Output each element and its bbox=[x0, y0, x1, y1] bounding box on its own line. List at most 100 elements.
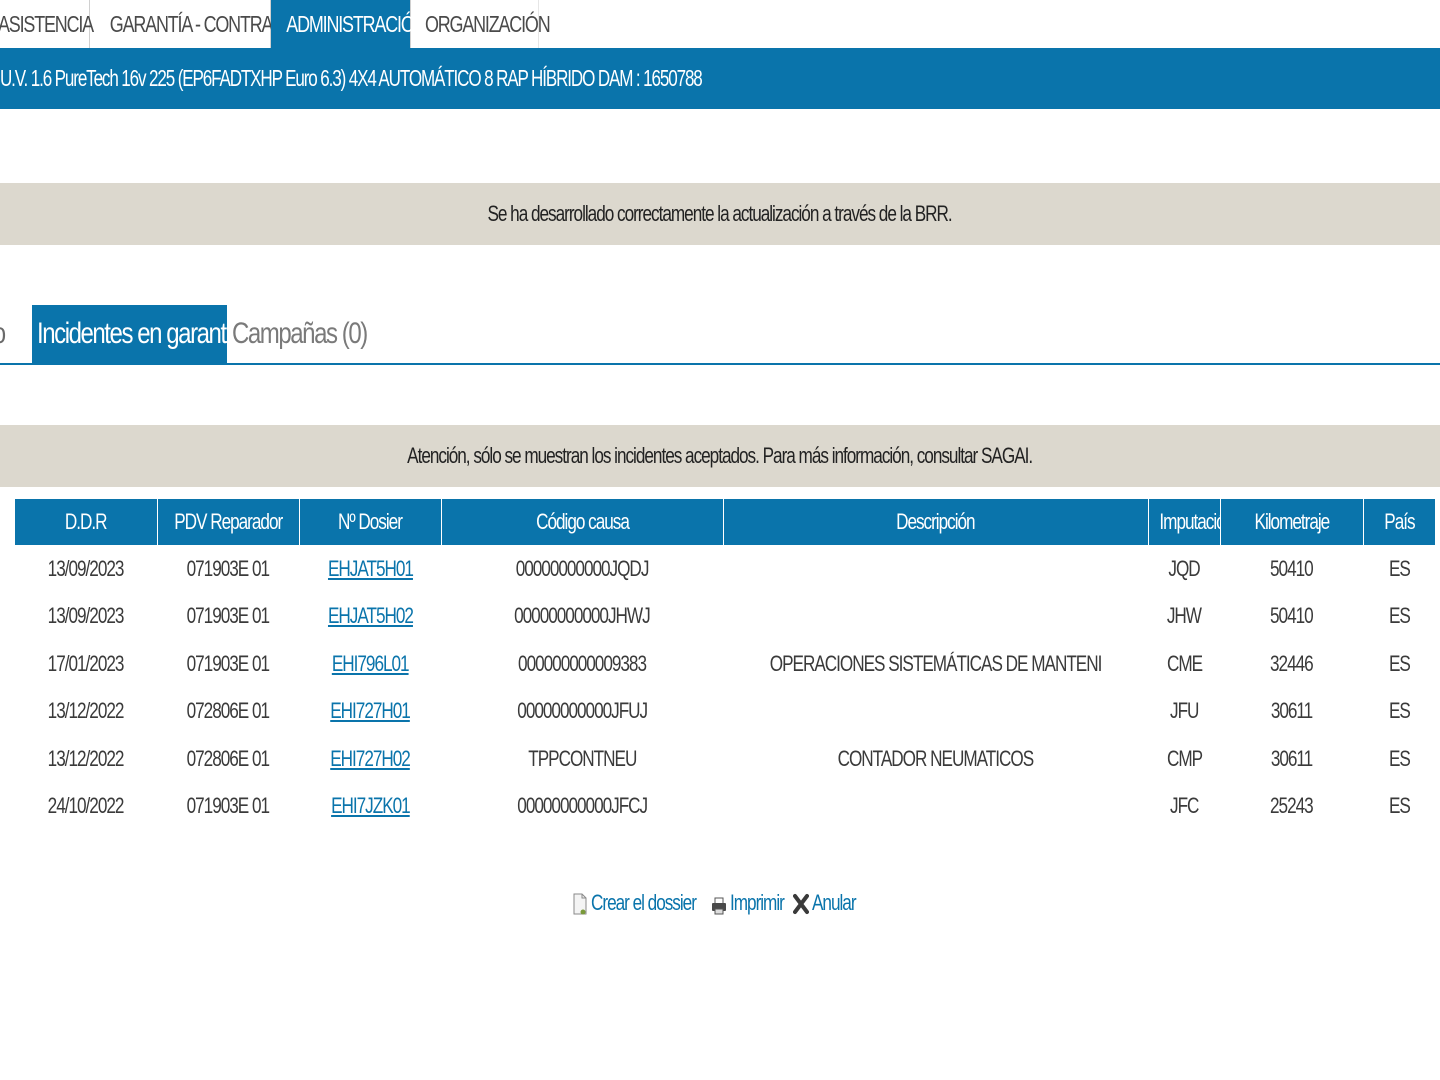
cell-imputacion: JFU bbox=[1169, 698, 1199, 724]
tab-warranty-incidents[interactable]: Incidentes en garantía bbox=[32, 305, 244, 363]
cell-dosier: EHI796L01 bbox=[299, 640, 441, 688]
tab-label: Campañas (0) bbox=[232, 317, 368, 350]
cell-ddr: 13/09/2023 bbox=[48, 555, 125, 581]
cell-pdv: 071903E 01 bbox=[186, 793, 270, 819]
cell-imputacion: JFC bbox=[1169, 793, 1199, 819]
cell-imputacion: CMP bbox=[1166, 745, 1202, 771]
table-row: 13/12/2022 072806E 01 EHI727H02 TPPCONTN… bbox=[15, 735, 1435, 783]
nav-tab-administracion[interactable]: ADMINISTRACIÓN bbox=[271, 0, 427, 48]
cell-pais: ES bbox=[1388, 745, 1411, 771]
cell-pdv: 071903E 01 bbox=[186, 650, 270, 676]
tab-label: ulo bbox=[0, 305, 6, 363]
attention-message: Atención, sólo se muestran los incidente… bbox=[0, 425, 1440, 487]
cell-codigo: 000000000009383 bbox=[518, 650, 647, 676]
create-dossier-label: Crear el dossier bbox=[590, 890, 697, 915]
dosier-link[interactable]: EHI796L01 bbox=[332, 651, 410, 676]
cell-descripcion bbox=[723, 783, 1148, 831]
nav-tab-garantia-contratos[interactable]: GARANTÍA - CONTRATOS bbox=[90, 0, 305, 48]
printer-icon bbox=[711, 890, 727, 916]
table-row: 17/01/2023 071903E 01 EHI796L01 00000000… bbox=[15, 640, 1435, 688]
cell-descripcion: CONTADOR NEUMATICOS bbox=[837, 745, 1035, 771]
cell-descripcion bbox=[723, 593, 1148, 641]
cell-km: 30611 bbox=[1270, 698, 1313, 724]
nav-tab-organizacion[interactable]: ORGANIZACIÓN bbox=[411, 0, 551, 48]
cell-km: 25243 bbox=[1270, 793, 1314, 819]
cell-pais: ES bbox=[1388, 555, 1411, 581]
dosier-link[interactable]: EHI7JZK01 bbox=[331, 793, 411, 818]
tab-vehicle-partial[interactable]: ulo bbox=[0, 305, 32, 363]
print-button[interactable]: Imprimir bbox=[711, 890, 787, 916]
tab-campaigns[interactable]: Campañas (0) bbox=[232, 305, 382, 363]
nav-tab-asistencia[interactable]: ASISTENCIA bbox=[0, 0, 94, 48]
cell-descripcion bbox=[723, 688, 1148, 736]
table-header-row: D.D.R PDV Reparador Nº Dosier Código cau… bbox=[15, 499, 1435, 545]
cell-imputacion: CME bbox=[1166, 650, 1202, 676]
cell-pdv: 072806E 01 bbox=[186, 698, 270, 724]
column-header-descripcion[interactable]: Descripción bbox=[723, 499, 1149, 545]
incidents-table: D.D.R PDV Reparador Nº Dosier Código cau… bbox=[15, 499, 1435, 830]
cell-dosier: EHJAT5H02 bbox=[299, 593, 441, 641]
column-header-imputacion[interactable]: Imputación bbox=[1148, 499, 1221, 545]
success-message: Se ha desarrollado correctamente la actu… bbox=[0, 183, 1440, 245]
cell-dosier: EHI727H01 bbox=[299, 688, 441, 736]
column-header-kilometraje[interactable]: Kilometraje bbox=[1220, 499, 1364, 545]
dosier-link[interactable]: EHJAT5H02 bbox=[328, 603, 414, 628]
table-row: 13/09/2023 071903E 01 EHJAT5H02 00000000… bbox=[15, 593, 1435, 641]
cell-ddr: 17/01/2023 bbox=[48, 650, 125, 676]
close-icon bbox=[793, 890, 810, 916]
cell-pdv: 071903E 01 bbox=[186, 603, 270, 629]
cell-codigo: 00000000000JHWJ bbox=[514, 603, 651, 629]
tab-label: Incidentes en garantía bbox=[37, 317, 244, 350]
cell-pdv: 071903E 01 bbox=[186, 555, 270, 581]
table-row: 24/10/2022 071903E 01 EHI7JZK01 00000000… bbox=[15, 783, 1435, 831]
new-document-icon bbox=[572, 890, 588, 916]
cell-codigo: 00000000000JFCJ bbox=[517, 793, 648, 819]
cell-km: 50410 bbox=[1270, 555, 1314, 581]
vehicle-header: U.V. 1.6 PureTech 16v 225 (EP6FADTXHP Eu… bbox=[0, 48, 1440, 109]
print-label: Imprimir bbox=[730, 890, 785, 915]
nav-tab-label: ASISTENCIA bbox=[0, 11, 94, 37]
column-header-dosier[interactable]: Nº Dosier bbox=[299, 499, 442, 545]
cell-codigo: TPPCONTNEU bbox=[527, 745, 637, 771]
cell-pais: ES bbox=[1388, 603, 1411, 629]
nav-tab-label: ORGANIZACIÓN bbox=[424, 11, 551, 37]
cell-km: 50410 bbox=[1270, 603, 1314, 629]
cancel-label: Anular bbox=[812, 890, 857, 915]
cancel-button[interactable]: Anular bbox=[793, 890, 868, 916]
cell-descripcion bbox=[723, 545, 1148, 593]
create-dossier-button[interactable]: Crear el dossier bbox=[572, 890, 705, 916]
sub-tabs: ulo Incidentes en garantía Campañas (0) bbox=[0, 305, 1440, 365]
vehicle-description: U.V. 1.6 PureTech 16v 225 (EP6FADTXHP Eu… bbox=[0, 65, 703, 91]
cell-imputacion: JHW bbox=[1166, 603, 1202, 629]
dosier-link[interactable]: EHJAT5H01 bbox=[328, 556, 414, 581]
table-row: 13/09/2023 071903E 01 EHJAT5H01 00000000… bbox=[15, 545, 1435, 593]
cell-ddr: 13/12/2022 bbox=[48, 745, 125, 771]
nav-tab-label: ADMINISTRACIÓN bbox=[286, 11, 426, 37]
cell-dosier: EHI7JZK01 bbox=[299, 783, 441, 831]
cell-pais: ES bbox=[1388, 793, 1411, 819]
cell-dosier: EHI727H02 bbox=[299, 735, 441, 783]
cell-pais: ES bbox=[1388, 698, 1411, 724]
column-header-codigo[interactable]: Código causa bbox=[441, 499, 724, 545]
cell-ddr: 13/09/2023 bbox=[48, 603, 125, 629]
column-header-pdv[interactable]: PDV Reparador bbox=[157, 499, 300, 545]
cell-km: 32446 bbox=[1270, 650, 1314, 676]
cell-codigo: 00000000000JFUJ bbox=[517, 698, 648, 724]
cell-km: 30611 bbox=[1270, 745, 1313, 771]
cell-pdv: 072806E 01 bbox=[186, 745, 270, 771]
cell-imputacion: JQD bbox=[1168, 555, 1200, 581]
cell-ddr: 24/10/2022 bbox=[48, 793, 125, 819]
column-header-pais[interactable]: País bbox=[1363, 499, 1435, 545]
attention-message-text: Atención, sólo se muestran los incidente… bbox=[407, 443, 1034, 468]
dosier-link[interactable]: EHI727H01 bbox=[330, 698, 411, 723]
top-nav: ASISTENCIA GARANTÍA - CONTRATOS ADMINIST… bbox=[0, 0, 551, 48]
cell-dosier: EHJAT5H01 bbox=[299, 545, 441, 593]
table-row: 13/12/2022 072806E 01 EHI727H01 00000000… bbox=[15, 688, 1435, 736]
cell-ddr: 13/12/2022 bbox=[48, 698, 125, 724]
nav-tab-label: GARANTÍA - CONTRATOS bbox=[109, 11, 305, 37]
column-header-ddr[interactable]: D.D.R bbox=[15, 499, 158, 545]
cell-codigo: 00000000000JQDJ bbox=[515, 555, 650, 581]
success-message-text: Se ha desarrollado correctamente la actu… bbox=[487, 201, 953, 226]
dosier-link[interactable]: EHI727H02 bbox=[330, 746, 411, 771]
cell-pais: ES bbox=[1388, 650, 1411, 676]
